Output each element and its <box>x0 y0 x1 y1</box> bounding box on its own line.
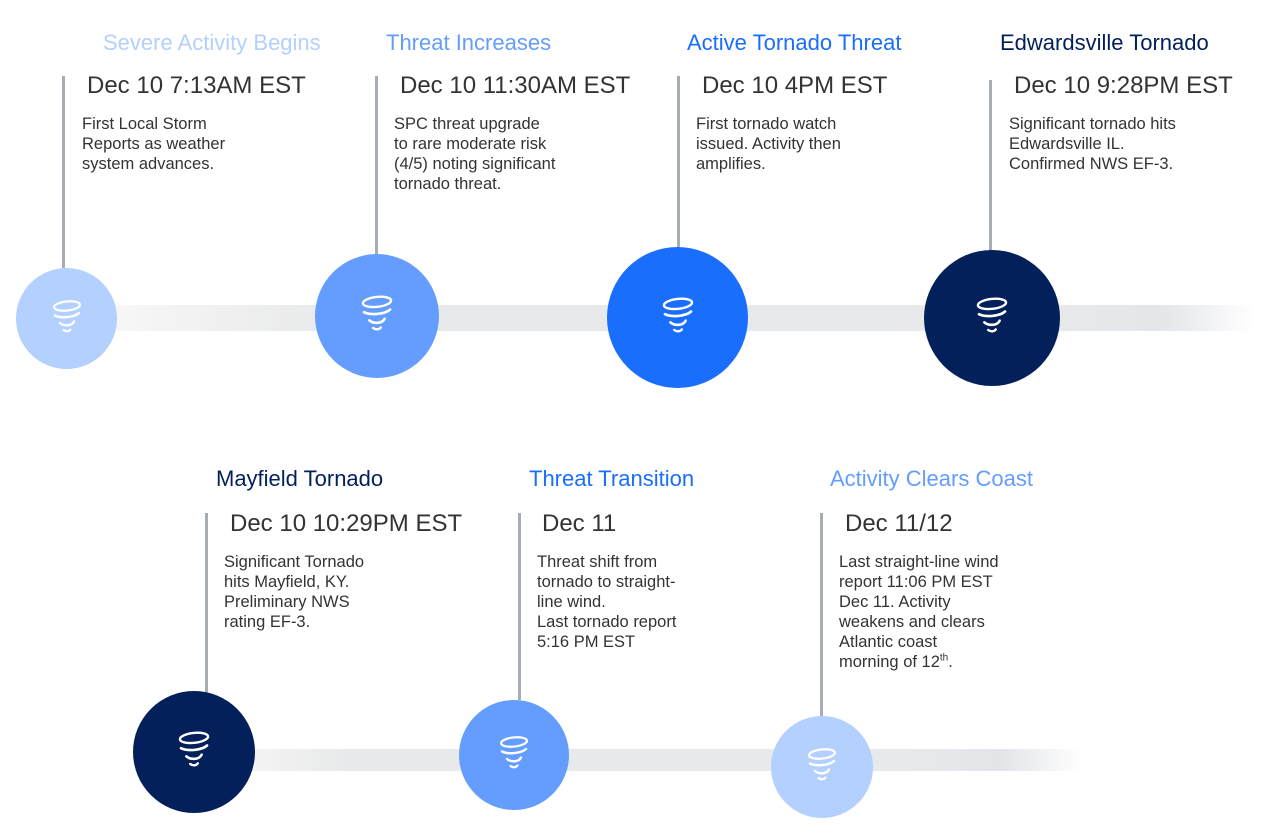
event-marker-circle <box>459 700 569 810</box>
tornado-icon <box>178 731 210 767</box>
tornado-icon <box>361 295 393 331</box>
event-description: Significant tornado hits Edwardsville IL… <box>1009 115 1176 173</box>
event-connector-line <box>677 76 680 248</box>
event-date: Dec 10 4PM EST <box>702 72 888 99</box>
event-title: Severe Activity Begins <box>103 30 321 55</box>
tornado-icon <box>807 748 837 781</box>
event-connector-line <box>62 76 65 268</box>
tornado-icon <box>52 299 81 332</box>
event-connector-line <box>820 513 823 717</box>
event-title: Active Tornado Threat <box>687 30 902 55</box>
event-date: Dec 10 10:29PM EST <box>230 510 463 537</box>
event-marker-circle <box>771 716 873 818</box>
tornado-icon <box>499 736 529 769</box>
event-title: Mayfield Tornado <box>216 466 384 491</box>
timeline-track-row-2 <box>250 749 1085 771</box>
event-description-main: Last straight-line wind report 11:06 PM … <box>839 553 999 671</box>
event-marker-circle <box>16 268 117 369</box>
ordinal-suffix: th <box>939 652 949 664</box>
event-title: Edwardsville Tornado <box>1000 30 1209 55</box>
tornado-icon <box>662 296 693 333</box>
event-date: Dec 10 9:28PM EST <box>1014 72 1233 99</box>
event-description: Last straight-line wind report 11:06 PM … <box>839 552 999 672</box>
event-date: Dec 11/12 <box>845 510 953 537</box>
event-description-end: . <box>948 653 953 671</box>
event-connector-line <box>205 513 208 693</box>
event-description: SPC threat upgrade to rare moderate risk… <box>394 115 556 193</box>
event-marker-circle <box>133 691 255 813</box>
event-connector-line <box>989 80 992 252</box>
event-description: First Local Storm Reports as weather sys… <box>82 115 226 173</box>
event-date: Dec 11 <box>542 510 617 537</box>
event-date: Dec 10 7:13AM EST <box>87 72 306 99</box>
event-marker-circle <box>607 247 748 388</box>
event-description: Significant Tornado hits Mayfield, KY. P… <box>224 553 365 631</box>
event-connector-line <box>518 513 521 700</box>
event-title: Threat Increases <box>386 30 552 55</box>
event-marker-circle <box>315 254 439 378</box>
event-description: Threat shift from tornado to straight- l… <box>537 553 677 651</box>
event-connector-line <box>375 76 378 256</box>
tornado-icon <box>976 297 1008 333</box>
event-title: Threat Transition <box>529 466 695 491</box>
event-title: Activity Clears Coast <box>830 466 1033 491</box>
event-description: First tornado watch issued. Activity the… <box>696 115 841 173</box>
event-marker-circle <box>924 250 1060 386</box>
event-date: Dec 10 11:30AM EST <box>400 72 631 99</box>
